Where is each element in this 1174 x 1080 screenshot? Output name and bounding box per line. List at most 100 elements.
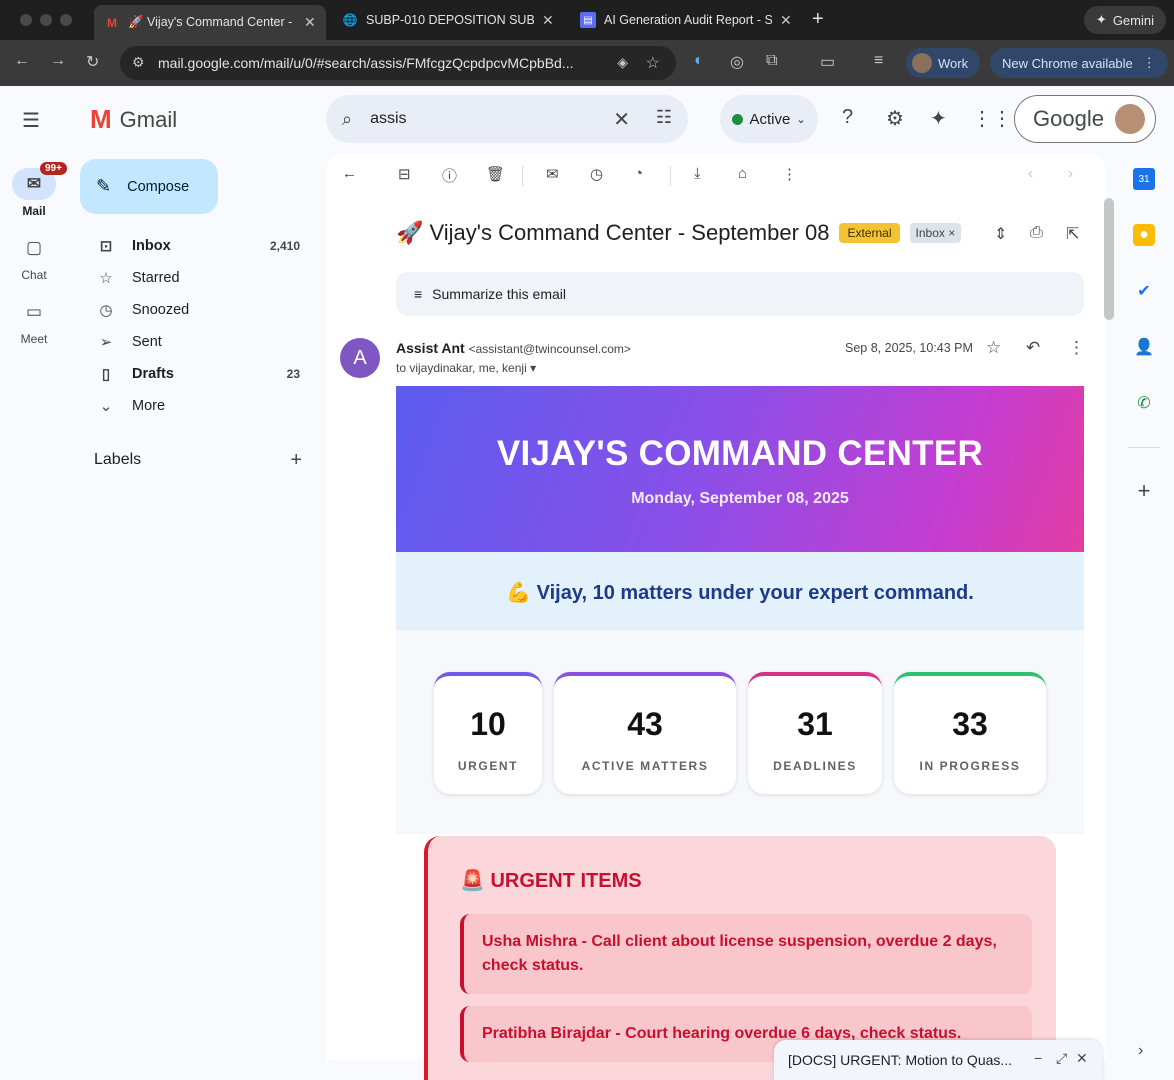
puzzle-icon[interactable]: ⧉ <box>766 52 777 70</box>
phone-icon[interactable]: ✆ <box>1133 392 1155 414</box>
address-bar[interactable]: ⚙ mail.google.com/mail/u/0/#search/assis… <box>120 46 676 80</box>
archive-icon[interactable]: ⊟ <box>398 165 411 183</box>
more-vert-icon[interactable]: ⋮ <box>1068 338 1085 358</box>
urgent-item: Usha Mishra - Call client about license … <box>460 914 1032 994</box>
chevron-down-icon: ⌄ <box>99 398 113 415</box>
extension-icon[interactable]: ◐ <box>694 52 704 70</box>
calendar-icon[interactable]: 31 <box>1133 168 1155 190</box>
remove-label-icon[interactable]: × <box>948 226 955 240</box>
chevron-left-icon[interactable]: ‹ <box>1028 165 1033 182</box>
bookmark-star-icon[interactable]: ☆ <box>646 53 660 73</box>
toolbar-divider <box>522 166 523 186</box>
gmail-logo[interactable]: M Gmail <box>90 104 177 135</box>
close-tab-icon[interactable]: ✕ <box>542 12 554 29</box>
window-close-button[interactable] <box>20 14 32 26</box>
nav-item-more[interactable]: ⌄ More <box>94 390 308 422</box>
chevron-right-icon[interactable]: › <box>1068 165 1073 182</box>
gear-icon[interactable]: ⚙ <box>886 106 904 131</box>
hero-title: VIJAY'S COMMAND CENTER <box>496 434 984 473</box>
hero-date: Monday, September 08, 2025 <box>631 490 849 507</box>
label-icon[interactable]: ⌂ <box>738 165 747 182</box>
more-vert-icon[interactable]: ⋮ <box>782 165 797 183</box>
close-tab-icon[interactable]: ✕ <box>780 12 792 29</box>
account-button[interactable]: Google <box>1014 95 1156 143</box>
nav-item-sent[interactable]: ➢ Sent <box>94 326 308 358</box>
contacts-icon[interactable]: 👤 <box>1133 336 1155 358</box>
tasks-icon[interactable]: ✔ <box>1133 280 1155 302</box>
more-vert-icon: ⋮ <box>1142 55 1156 70</box>
labels-section: Labels + <box>94 449 308 472</box>
media-icon[interactable]: ≡ <box>874 52 883 70</box>
chevron-right-icon[interactable]: › <box>1138 1042 1143 1060</box>
sender-avatar[interactable]: A <box>340 338 380 378</box>
rail-item-mail[interactable]: ✉ 99+ Mail <box>0 162 68 218</box>
summarize-button[interactable]: ≡ Summarize this email <box>396 272 1084 316</box>
rail-item-chat[interactable]: ▢ Chat <box>0 232 68 282</box>
site-settings-icon[interactable]: ⚙ <box>132 54 145 71</box>
stat-card-in-progress: 33 IN PROGRESS <box>894 672 1046 794</box>
message-subject-row: 🚀 Vijay's Command Center - September 08 … <box>396 220 962 246</box>
browser-tab-audit-report[interactable]: ▤ AI Generation Audit Report - Summary ✕ <box>570 5 802 35</box>
open-in-new-window-icon[interactable]: ⇱ <box>1066 224 1079 244</box>
move-to-icon[interactable]: ⤓ <box>694 165 701 182</box>
expand-icon[interactable]: ⤢ <box>1056 1050 1067 1067</box>
apps-grid-icon[interactable]: ⋮⋮ <box>972 106 1012 131</box>
window-zoom-button[interactable] <box>60 14 72 26</box>
star-icon[interactable]: ☆ <box>986 338 1001 358</box>
clear-search-icon[interactable]: ✕ <box>613 107 630 132</box>
keep-icon[interactable]: ● <box>1133 224 1155 246</box>
browser-tab-subpoena[interactable]: 🌐 SUBP-010 DEPOSITION SUBPOENA ✕ <box>332 5 564 35</box>
add-label-icon[interactable]: + <box>290 449 302 472</box>
print-icon[interactable]: ⎙ <box>1030 224 1043 242</box>
close-icon[interactable]: ✕ <box>1076 1050 1088 1067</box>
search-icon[interactable]: ⌕ <box>342 109 352 130</box>
close-tab-icon[interactable]: ✕ <box>304 14 316 31</box>
cast-icon[interactable]: ▭ <box>820 52 835 72</box>
add-task-icon[interactable]: ◔ <box>634 165 643 182</box>
forward-arrow-icon[interactable]: → <box>50 52 66 70</box>
tracking-protection-icon[interactable]: ◈ <box>617 54 628 71</box>
gemini-button[interactable]: ✦ Gemini <box>1083 6 1166 34</box>
compose-button[interactable]: ✎ Compose <box>80 159 218 214</box>
status-selector[interactable]: Active ⌄ <box>720 95 818 143</box>
docs-icon: ▤ <box>580 12 596 28</box>
chrome-update-button[interactable]: New Chrome available ⋮ <box>990 48 1168 78</box>
minimize-icon[interactable]: − <box>1034 1050 1042 1066</box>
unread-badge: 99+ <box>40 162 67 175</box>
rail-label: Chat <box>21 268 47 282</box>
recipients-line[interactable]: to vijaydinakar, me, kenji ▾ <box>396 361 536 375</box>
search-input[interactable]: assis <box>370 110 406 128</box>
status-label: Active <box>749 110 791 128</box>
stat-label: DEADLINES <box>773 759 857 773</box>
search-bar[interactable]: ⌕ assis ✕ ☷ <box>326 95 688 143</box>
scrollbar[interactable] <box>1104 198 1114 320</box>
tab-title: 🚀 Vijay's Command Center - September 08 <box>128 15 296 29</box>
profile-button[interactable]: Work <box>906 48 981 78</box>
nav-item-snoozed[interactable]: ◷ Snoozed <box>94 294 308 326</box>
minimized-draft-window[interactable]: [DOCS] URGENT: Motion to Quas... − ⤢ ✕ <box>774 1040 1102 1080</box>
add-addon-icon[interactable]: + <box>1133 478 1155 503</box>
nav-item-drafts[interactable]: ▯ Drafts 23 <box>94 358 308 390</box>
gemini-label: Gemini <box>1112 12 1154 28</box>
gemini-sparkle-icon[interactable]: ✦ <box>930 106 947 131</box>
report-spam-icon[interactable]: ⓘ <box>442 165 457 186</box>
new-tab-button[interactable]: + <box>812 8 824 31</box>
window-minimize-button[interactable] <box>40 14 52 26</box>
help-icon[interactable]: ? <box>842 106 853 129</box>
trash-icon[interactable]: 🗑 <box>486 165 505 183</box>
back-arrow-icon[interactable]: ← <box>14 52 30 70</box>
snooze-icon[interactable]: ◷ <box>590 165 603 183</box>
mark-unread-icon[interactable]: ✉ <box>546 165 559 183</box>
expand-all-icon[interactable]: ⇕ <box>994 224 1007 244</box>
back-arrow-icon[interactable]: ← <box>342 165 357 182</box>
stat-value: 43 <box>627 706 663 742</box>
reload-icon[interactable]: ↻ <box>86 52 99 72</box>
nav-item-starred[interactable]: ☆ Starred <box>94 262 308 294</box>
inbox-label-chip[interactable]: Inbox × <box>909 223 962 243</box>
nav-item-inbox[interactable]: ⊡ Inbox 2,410 <box>94 230 308 262</box>
rail-item-meet[interactable]: ▭ Meet <box>0 296 68 346</box>
browser-tab-gmail[interactable]: M 🚀 Vijay's Command Center - September 0… <box>94 5 326 40</box>
reply-icon[interactable]: ↶ <box>1026 338 1040 358</box>
extension-icon[interactable]: ◎ <box>730 52 744 72</box>
search-options-icon[interactable]: ☷ <box>656 107 672 128</box>
